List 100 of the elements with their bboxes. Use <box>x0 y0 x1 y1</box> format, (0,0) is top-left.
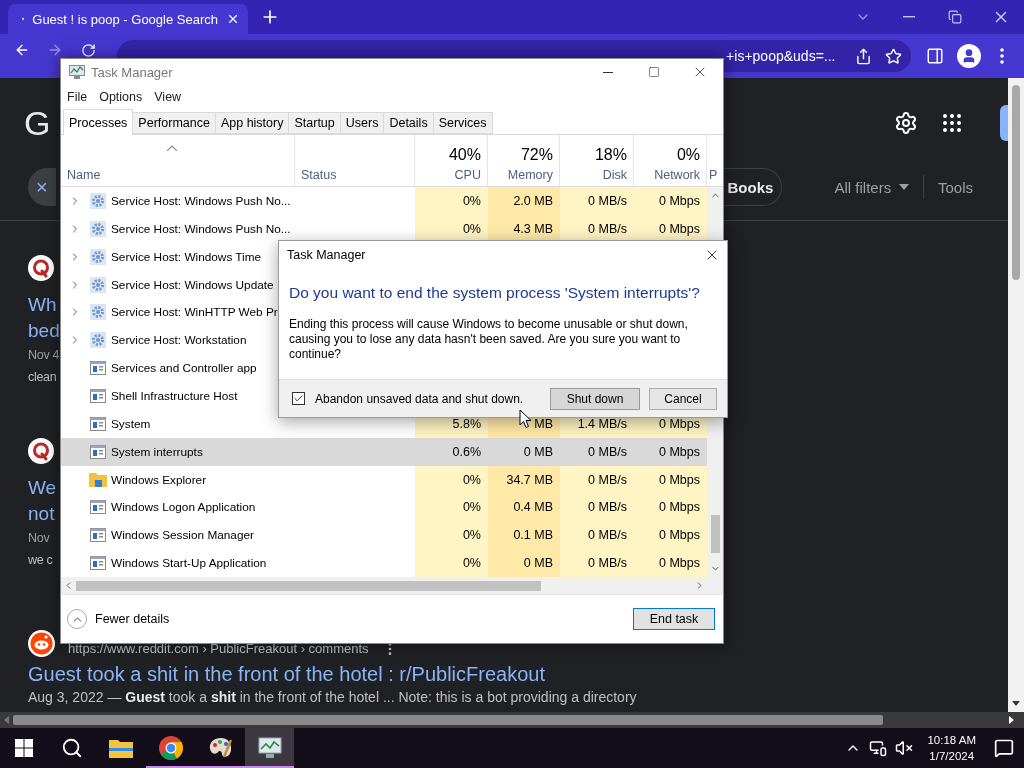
process-name: Windows Explorer <box>111 472 207 487</box>
checkbox-label: Abandon unsaved data and shut down. <box>315 391 524 406</box>
caret-icon <box>899 184 910 190</box>
result-snippet: we c <box>28 552 53 569</box>
result-title-link[interactable]: We <box>28 475 57 501</box>
fewer-details-button[interactable]: Fewer details <box>67 609 170 629</box>
column-header[interactable]: Status <box>301 168 337 182</box>
window-icon <box>90 528 106 543</box>
horizontal-scrollbar[interactable] <box>0 712 1024 728</box>
process-name: Service Host: WinHTTP Web Pr <box>111 305 278 320</box>
table-cell: 0.4 MB <box>488 493 560 522</box>
table-cell: 0 Mbps <box>634 493 707 522</box>
account-button[interactable] <box>1000 105 1008 141</box>
column-usage: 0% <box>676 146 700 164</box>
dialog-heading: Do you want to end the system process 'System interrupts'? <box>289 283 701 303</box>
result-title-link[interactable]: Wh <box>28 292 60 318</box>
tab[interactable]: Details <box>383 112 434 134</box>
tab[interactable]: Users <box>339 112 385 134</box>
column-header[interactable]: Name <box>67 168 101 182</box>
search-icon <box>61 737 83 759</box>
checkbox[interactable] <box>292 392 305 405</box>
tab[interactable]: Performance <box>132 112 216 134</box>
side-panel-icon <box>926 47 945 65</box>
table-cell: 0% <box>415 465 488 494</box>
site-icon <box>28 438 54 464</box>
scroll-thumb[interactable] <box>13 715 883 725</box>
folder-icon <box>109 738 133 758</box>
process-row[interactable]: Service Host: Windows Push No... 0% 2.0 MB 0 MB/s 0 Mbps <box>61 187 707 215</box>
gear-icon <box>90 192 106 209</box>
table-cell: 0 Mbps <box>634 521 707 550</box>
process-row[interactable]: System interrupts 0.6% 0 MB 0 MB/s 0 Mbps <box>61 437 707 466</box>
volume-muted-icon[interactable] <box>895 739 914 757</box>
tab[interactable]: Services <box>432 112 493 134</box>
clock[interactable]: 10:18 AM 1/7/2024 <box>927 732 976 764</box>
tab[interactable]: Processes <box>63 109 134 135</box>
table-cell: 0 MB/s <box>560 493 634 522</box>
process-row[interactable]: Windows Session Manager 0% 0.1 MB 0 MB/s 0 Mbps <box>61 521 707 550</box>
window-icon <box>90 444 106 459</box>
process-row[interactable]: Windows Logon Application 0% 0.4 MB 0 MB/s 0 Mbps <box>61 493 707 522</box>
process-name: Service Host: Windows Update <box>111 277 274 292</box>
vertical-scrollbar[interactable] <box>1008 78 1024 712</box>
clear-filter-chip[interactable]: × <box>28 168 56 206</box>
result-date: Nov 4 <box>28 347 60 364</box>
table-cell: 0 Mbps <box>634 187 707 215</box>
process-name: Shell Infrastructure Host <box>111 388 238 403</box>
tab[interactable]: App history <box>214 112 290 134</box>
logo-text: G <box>24 103 51 143</box>
all-filters-button[interactable]: All filters <box>834 178 910 196</box>
notifications-icon[interactable] <box>994 738 1014 758</box>
network-icon[interactable] <box>869 739 888 757</box>
result-snippet: Aug 3, 2022 — Guest took a shit in the front of the hotel ... Note: this is a bot providing a directory <box>28 688 637 706</box>
process-name: Services and Controller app <box>111 361 257 376</box>
menu-item[interactable]: View <box>148 88 188 106</box>
grid-dots-icon <box>940 111 964 135</box>
table-cell: 0 MB <box>488 549 560 578</box>
result-title-link[interactable]: not <box>28 501 57 527</box>
browser-tab[interactable]: Guest ! is poop - Google Search <box>8 4 248 34</box>
table-cell: 0 Mbps <box>634 465 707 494</box>
process-row[interactable]: Windows Start-Up Application 0% 0 MB 0 MB/s 0 Mbps <box>61 549 707 578</box>
column-header[interactable]: Memory <box>507 168 553 182</box>
gear-icon <box>90 276 106 293</box>
tab[interactable]: Startup <box>288 112 341 134</box>
result-url: https://www.reddit.com › PublicFreakout › comments <box>68 641 369 657</box>
table-cell: 0% <box>415 521 488 550</box>
taskbar-button[interactable] <box>245 728 294 768</box>
gear-icon <box>90 248 106 265</box>
dialog-title: Task Manager <box>287 248 366 262</box>
result-title-link[interactable]: bed <box>28 318 60 344</box>
result-title-link[interactable]: Guest took a shit in the front of the hotel : r/PublicFreakout <box>28 660 545 688</box>
result-snippet: clean <box>28 369 57 386</box>
avatar-icon <box>956 44 981 68</box>
column-header[interactable]: P <box>709 168 718 182</box>
scroll-thumb[interactable] <box>710 515 720 553</box>
scroll-right-arrow-icon <box>1009 716 1014 724</box>
monitor-chart-icon <box>257 737 282 759</box>
table-cell: 34.7 MB <box>488 465 560 494</box>
table-cell: 0 MB/s <box>560 187 634 215</box>
tab-title: Guest ! is poop - Google Search <box>32 11 218 27</box>
column-header[interactable]: CPU <box>454 168 481 182</box>
menu-item[interactable]: Options <box>93 88 149 106</box>
tools-button[interactable]: Tools <box>937 178 973 196</box>
table-cell: 0% <box>415 187 488 215</box>
end-task-button[interactable]: End task <box>633 608 715 630</box>
restore-icon <box>948 10 962 24</box>
scroll-down-arrow-icon <box>1012 701 1020 706</box>
process-row[interactable]: Windows Explorer 0% 34.7 MB 0 MB/s 0 Mbps <box>61 465 707 494</box>
column-header[interactable]: Disk <box>602 168 627 182</box>
dialog-button[interactable]: Cancel <box>649 387 717 410</box>
dialog-message: Ending this process will cause Windows to become unusable or shut down, causing you to lose any data hasn't been saved. Are you sure you want to continue? <box>289 317 689 362</box>
menu-item[interactable]: File <box>61 88 94 106</box>
table-cell: 0 MB/s <box>560 549 634 578</box>
column-header[interactable]: Network <box>654 168 700 182</box>
scroll-thumb[interactable] <box>1012 85 1020 280</box>
result-date: Nov <box>28 530 50 547</box>
dialog-button[interactable]: Shut down <box>550 387 640 410</box>
scroll-left-arrow-icon <box>4 716 9 724</box>
minimize-icon <box>603 71 613 73</box>
scroll-thumb[interactable] <box>76 580 541 591</box>
horizontal-scrollbar[interactable] <box>61 577 723 594</box>
table-cell: 0% <box>415 549 488 578</box>
